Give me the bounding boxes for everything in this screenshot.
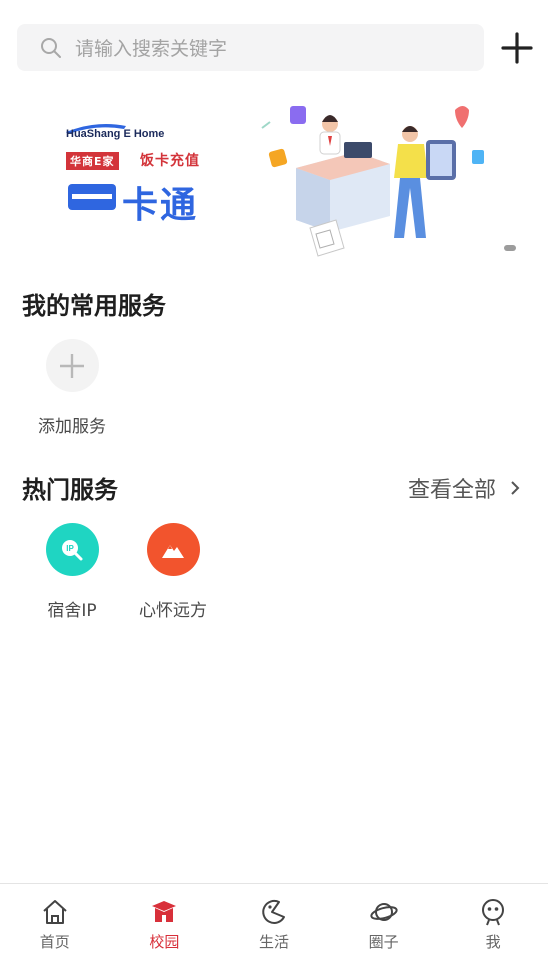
brand-tag: 华商E家 bbox=[66, 152, 119, 170]
tab-label: 生活 bbox=[258, 933, 289, 951]
promo-banner[interactable]: HuaShang E Home 华商E家 饭卡充值 卡通 bbox=[22, 92, 526, 262]
service-far-away[interactable]: 心怀远方 bbox=[123, 523, 223, 621]
my-services-title: 我的常用服务 bbox=[22, 292, 166, 320]
profile-icon bbox=[482, 899, 505, 926]
service-label: 宿舍IP bbox=[47, 601, 97, 621]
tab-life[interactable]: 生活 bbox=[219, 884, 329, 956]
school-icon bbox=[152, 901, 177, 922]
add-icon[interactable] bbox=[499, 30, 535, 66]
brand-name: HuaShang E Home bbox=[66, 128, 165, 140]
tab-home[interactable]: 首页 bbox=[0, 884, 110, 956]
add-service-label: 添加服务 bbox=[38, 417, 106, 437]
search-icon bbox=[41, 37, 61, 58]
see-all-link[interactable]: 查看全部 bbox=[408, 472, 522, 504]
app-page: 请输入搜索关键字 HuaShang E Home 华商E家 饭卡充值 卡通 我的… bbox=[0, 0, 548, 956]
tab-label: 圈子 bbox=[368, 933, 399, 951]
tab-label: 我 bbox=[485, 933, 501, 951]
svg-text:IP: IP bbox=[66, 544, 74, 553]
hot-services-title: 热门服务 bbox=[22, 476, 118, 504]
search-bar[interactable]: 请输入搜索关键字 bbox=[17, 24, 484, 71]
carousel-indicator[interactable] bbox=[504, 245, 516, 251]
cashier-illustration bbox=[261, 106, 484, 257]
banner-title: 卡通 bbox=[122, 185, 199, 226]
chevron-right-icon bbox=[511, 481, 520, 495]
home-icon bbox=[43, 900, 67, 924]
see-all-label: 查看全部 bbox=[407, 478, 496, 503]
search-placeholder: 请输入搜索关键字 bbox=[75, 38, 228, 60]
mountain-icon bbox=[146, 523, 200, 576]
add-service-icon bbox=[45, 339, 99, 392]
planet-icon bbox=[369, 903, 398, 921]
ip-search-icon: IP bbox=[45, 523, 99, 576]
tab-circle[interactable]: 圈子 bbox=[329, 884, 439, 956]
tab-me[interactable]: 我 bbox=[438, 884, 548, 956]
tab-label: 首页 bbox=[39, 933, 70, 951]
tab-label: 校园 bbox=[149, 933, 180, 951]
tab-campus[interactable]: 校园 bbox=[110, 884, 220, 956]
bottom-tab-bar: 首页 校园 生活 圈子 我 bbox=[0, 883, 548, 956]
service-dorm-ip[interactable]: IP 宿舍IP bbox=[22, 523, 122, 621]
life-icon bbox=[262, 899, 285, 924]
add-service-button[interactable]: 添加服务 bbox=[22, 339, 122, 437]
banner-subtitle: 饭卡充值 bbox=[140, 153, 200, 169]
service-label: 心怀远方 bbox=[139, 601, 207, 621]
card-icon bbox=[68, 184, 116, 210]
